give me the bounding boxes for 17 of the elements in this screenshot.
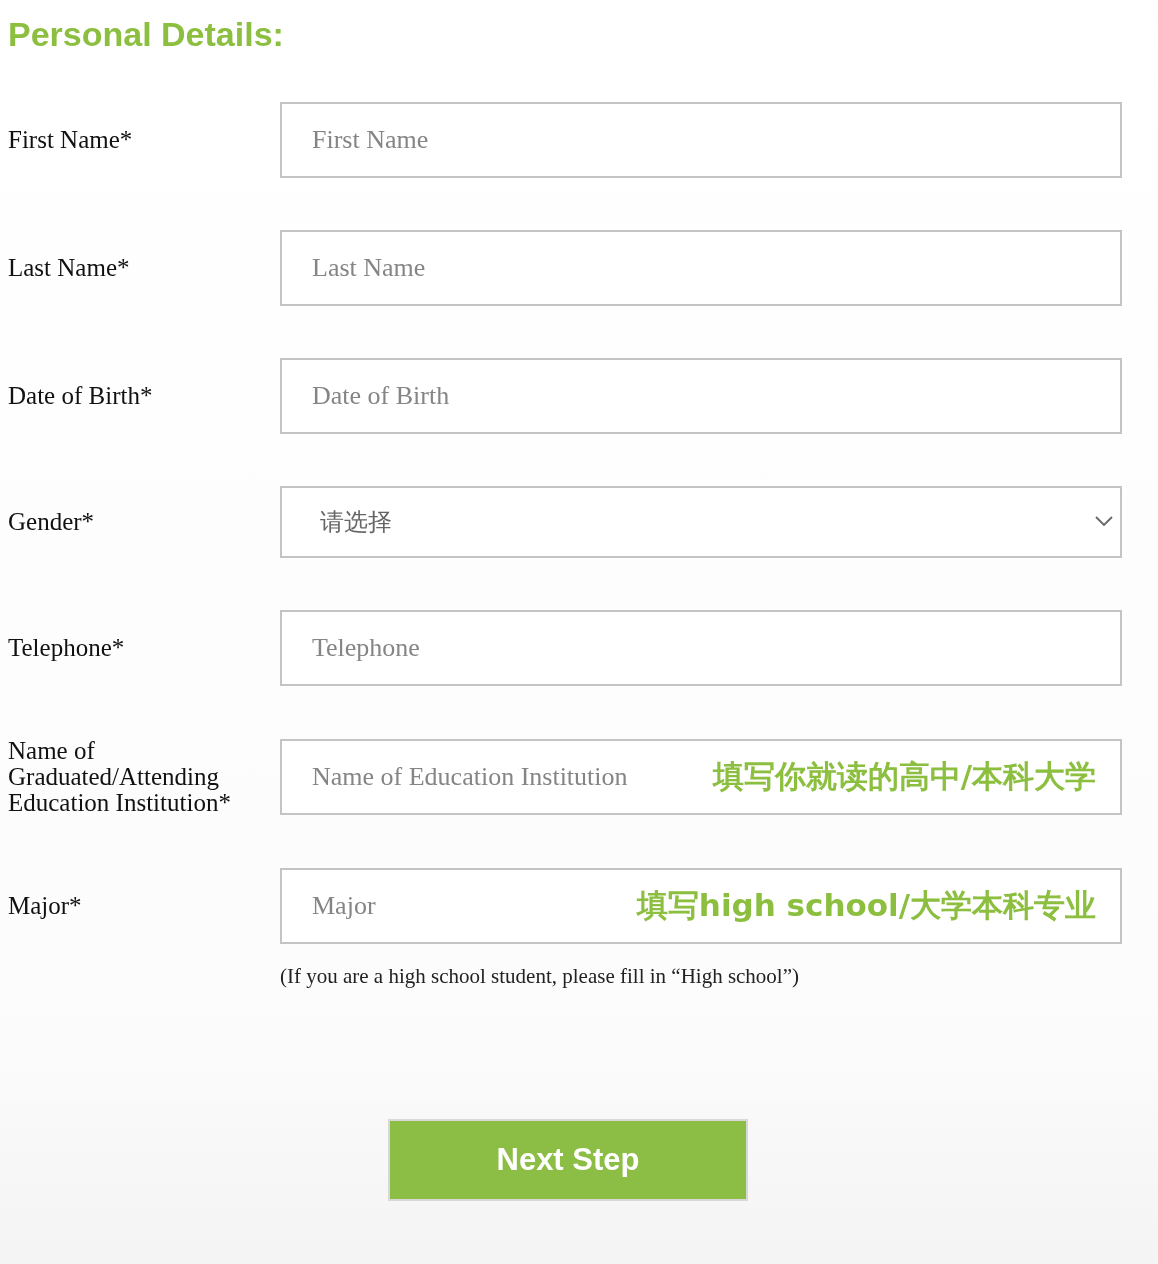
- section-heading: Personal Details:: [8, 14, 284, 54]
- input-field[interactable]: Last Name: [280, 230, 1122, 306]
- chevron-icon: [1094, 515, 1114, 527]
- input-field[interactable]: Date of Birth: [280, 358, 1122, 434]
- input-field[interactable]: Telephone: [280, 610, 1122, 686]
- field-label: First Name*: [8, 127, 134, 153]
- input-field[interactable]: First Name: [280, 102, 1122, 178]
- annotation-text: 填写high school/大学本科专业: [636, 886, 1096, 925]
- annotation-text: 填写你就读的高中/本科大学: [712, 757, 1096, 796]
- field-label: Telephone*: [8, 635, 126, 661]
- hint-text: (If you are a high school student, please fill in “High school”): [280, 964, 801, 989]
- field-label: Date of Birth*: [8, 383, 154, 409]
- field-label: Gender*: [8, 509, 96, 535]
- field-label: Major*: [8, 893, 83, 919]
- field-label: Name of Graduated/Attending Education Institution*: [8, 738, 232, 816]
- gender-select[interactable]: 请选择: [280, 486, 1122, 558]
- field-label: Last Name*: [8, 255, 131, 281]
